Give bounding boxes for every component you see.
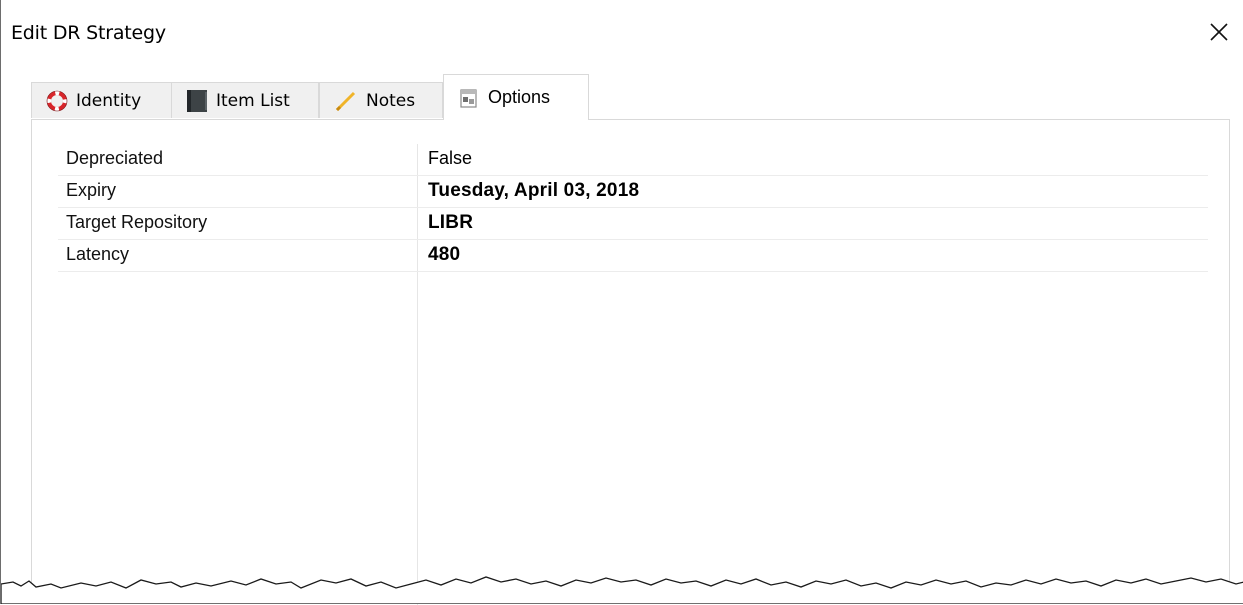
tab-item-list-label: Item List	[216, 90, 290, 111]
options-panel: Depreciated False Expiry Tuesday, April …	[31, 119, 1230, 605]
property-row-latency[interactable]: Latency 480	[58, 240, 1208, 272]
close-button[interactable]	[1195, 9, 1243, 55]
property-row-depreciated[interactable]: Depreciated False	[58, 144, 1208, 176]
tab-notes-label: Notes	[366, 90, 416, 111]
property-row-expiry[interactable]: Expiry Tuesday, April 03, 2018	[58, 176, 1208, 208]
tab-strip: Identity Item List Notes Options	[21, 74, 1231, 120]
property-value[interactable]: False	[428, 148, 472, 169]
property-name: Latency	[66, 244, 130, 264]
tab-options-label: Options	[488, 87, 551, 107]
property-name: Depreciated	[66, 148, 164, 168]
list-book-icon	[186, 89, 208, 113]
close-icon	[1210, 23, 1228, 41]
torn-edge	[1, 576, 1243, 604]
tab-identity-label: Identity	[76, 90, 142, 111]
property-value[interactable]: LIBR	[428, 212, 473, 234]
property-value[interactable]: 480	[428, 244, 460, 266]
property-name: Target Repository	[66, 212, 208, 232]
tab-identity[interactable]: Identity	[31, 82, 181, 118]
tab-options[interactable]: Options	[443, 74, 589, 120]
pencil-icon	[334, 89, 358, 113]
tab-item-list[interactable]: Item List	[171, 82, 319, 118]
property-grid: Depreciated False Expiry Tuesday, April …	[58, 144, 1208, 605]
lifebuoy-icon	[46, 90, 68, 112]
dialog-title: Edit DR Strategy	[11, 22, 166, 44]
title-bar: Edit DR Strategy	[1, 0, 1243, 66]
property-value[interactable]: Tuesday, April 03, 2018	[428, 180, 639, 202]
options-icon	[458, 87, 480, 109]
property-row-target-repository[interactable]: Target Repository LIBR	[58, 208, 1208, 240]
property-name: Expiry	[66, 180, 117, 200]
edit-dr-strategy-dialog: Edit DR Strategy Identity Item List Note…	[0, 0, 1243, 605]
tab-notes[interactable]: Notes	[319, 82, 443, 118]
